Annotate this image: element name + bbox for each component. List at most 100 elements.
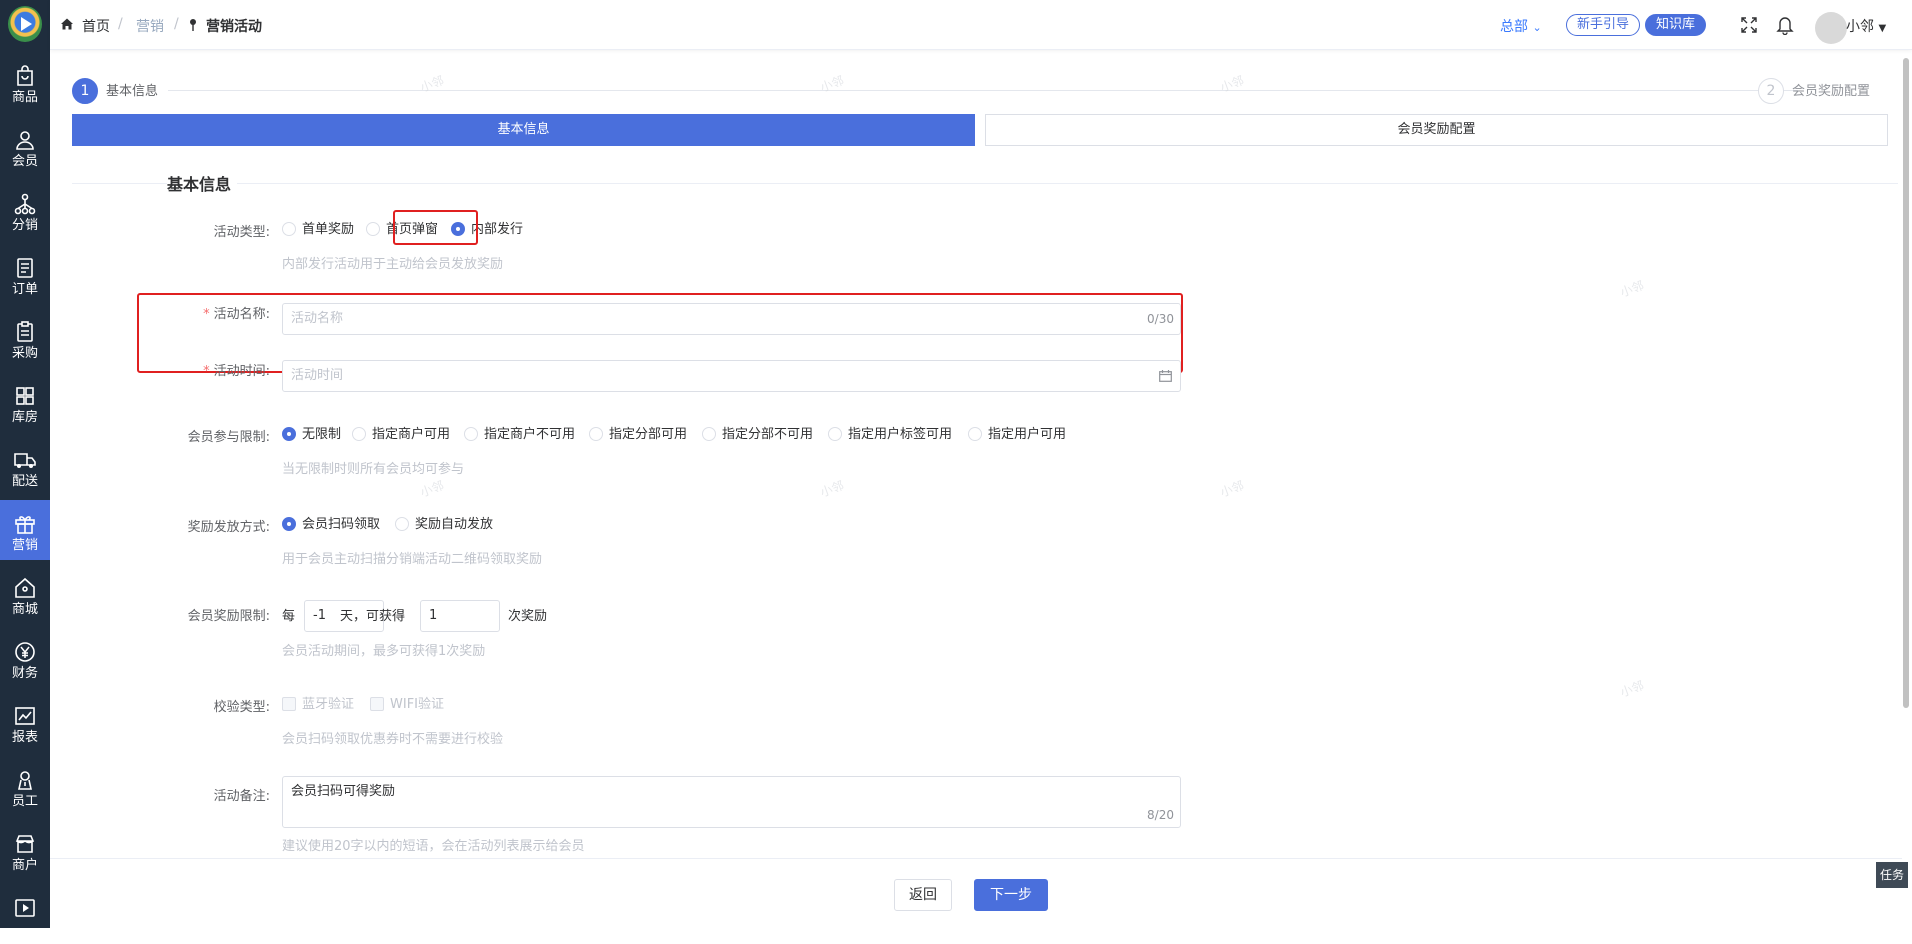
reward-limit-suffix: 次奖励: [508, 609, 548, 624]
watermark: 小邻: [1218, 478, 1246, 500]
radio-dot: [968, 426, 982, 441]
radio-scan-claim[interactable]: 会员扫码领取: [282, 516, 380, 534]
bell-icon[interactable]: [1776, 15, 1794, 35]
sidebar-item-label: 会员: [11, 154, 38, 169]
radio-tag-allowed[interactable]: 指定用户标签可用: [828, 426, 952, 444]
back-button[interactable]: 返回: [894, 879, 952, 911]
task-button[interactable]: 任务: [1876, 862, 1908, 888]
reward-method-label: 奖励发放方式:: [187, 520, 270, 535]
warehouse-grid-icon: [16, 387, 34, 405]
activity-type-label: 活动类型:: [213, 225, 270, 240]
radio-label: 无限制: [302, 427, 342, 442]
activity-name-label-text: 活动名称:: [213, 307, 270, 322]
vertical-scrollbar[interactable]: [1903, 58, 1909, 708]
breadcrumb-current: 营销活动: [206, 19, 262, 35]
radio-dot: [282, 516, 296, 531]
radio-first-order[interactable]: 首单奖励: [282, 221, 354, 239]
member-limit-label: 会员参与限制:: [187, 430, 270, 445]
avatar[interactable]: [1815, 12, 1847, 44]
breadcrumb-marketing[interactable]: 营销: [136, 16, 164, 36]
sidebar-item-商品[interactable]: 商品: [0, 52, 50, 112]
sidebar-item-label: 分销: [11, 218, 38, 233]
remark-textarea[interactable]: 会员扫码可得奖励 8/20: [282, 776, 1181, 828]
tab-basic-info[interactable]: 基本信息: [72, 114, 975, 146]
checkbox-wifi[interactable]: WIFI验证: [370, 696, 444, 714]
breadcrumb-home[interactable]: 首页: [82, 16, 110, 36]
play-icon: [15, 899, 35, 917]
sidebar-item-员工[interactable]: 员工: [0, 756, 50, 816]
step-connector: [168, 90, 1798, 91]
user-name: 小邻: [1846, 19, 1874, 35]
sidebar-item-label: 商户: [11, 858, 38, 873]
days-value: -1: [313, 608, 326, 623]
reward-limit-prefix: 每: [282, 609, 296, 624]
caret-down-icon: ▼: [1878, 23, 1887, 34]
user-icon: [16, 131, 34, 150]
radio-auto-issue[interactable]: 奖励自动发放: [395, 516, 493, 534]
radio-no-limit[interactable]: 无限制: [282, 426, 341, 444]
sidebar-item-库房[interactable]: 库房: [0, 372, 50, 432]
sidebar-item-财务[interactable]: 财务: [0, 628, 50, 688]
sidebar-item-营销[interactable]: 营销: [0, 500, 50, 560]
order-doc-icon: [17, 258, 33, 278]
sidebar-item-商户[interactable]: 商户: [0, 820, 50, 880]
yen-icon: [15, 642, 35, 662]
radio-label: 指定用户标签可用: [848, 427, 953, 442]
radio-branch-denied[interactable]: 指定分部不可用: [702, 426, 813, 444]
radio-label: 指定用户可用: [988, 427, 1067, 442]
checkbox-label: WIFI验证: [390, 697, 444, 712]
times-input[interactable]: 1: [420, 600, 500, 632]
sidebar-item-报表[interactable]: 报表: [0, 692, 50, 752]
activity-time-label: * 活动时间:: [100, 360, 270, 379]
radio-dot: [464, 426, 478, 441]
pin-icon: [190, 19, 196, 31]
watermark: 小邻: [418, 73, 446, 95]
radio-merchant-allowed[interactable]: 指定商户可用: [352, 426, 450, 444]
activity-time-picker[interactable]: 活动时间: [282, 360, 1181, 392]
sidebar-item-label: 报表: [11, 730, 38, 745]
radio-label: 指定分部可用: [609, 427, 688, 442]
branch-selector[interactable]: 总部 ⌄: [1500, 16, 1542, 36]
radio-dot: [589, 426, 603, 441]
radio-label: 奖励自动发放: [415, 517, 494, 532]
section-divider: [72, 183, 1898, 184]
radio-label: 指定商户可用: [372, 427, 451, 442]
verify-type-label: 校验类型:: [213, 700, 270, 715]
radio-user-allowed[interactable]: 指定用户可用: [968, 426, 1066, 444]
branch-label: 总部: [1500, 19, 1528, 35]
guide-button[interactable]: 新手引导: [1566, 14, 1641, 36]
checkbox-bluetooth[interactable]: 蓝牙验证: [282, 696, 354, 714]
sidebar-item-label: 财务: [11, 666, 38, 681]
sidebar-item-分销[interactable]: 分销: [0, 180, 50, 240]
sidebar-item-配送[interactable]: 配送: [0, 436, 50, 496]
knowledge-base-button[interactable]: 知识库: [1645, 14, 1707, 36]
shop-icon: [15, 835, 35, 853]
sidebar-item-media[interactable]: [0, 884, 50, 944]
sidebar-item-采购[interactable]: 采购: [0, 308, 50, 368]
home-icon[interactable]: [60, 17, 74, 31]
step-2-title: 会员奖励配置: [1792, 84, 1871, 99]
app-logo[interactable]: [8, 6, 42, 42]
radio-merchant-denied[interactable]: 指定商户不可用: [464, 426, 575, 444]
tab-reward-config[interactable]: 会员奖励配置: [985, 114, 1888, 146]
sidebar-item-会员[interactable]: 会员: [0, 116, 50, 176]
member-limit-hint: 当无限制时则所有会员均可参与: [282, 462, 465, 477]
sidebar-item-label: 营销: [11, 538, 38, 553]
radio-branch-allowed[interactable]: 指定分部可用: [589, 426, 687, 444]
required-mark: *: [203, 364, 210, 379]
radio-dot: [395, 516, 409, 531]
next-step-button[interactable]: 下一步: [974, 879, 1048, 911]
user-menu[interactable]: 小邻 ▼: [1846, 16, 1886, 36]
checkbox-box: [370, 696, 384, 711]
radio-dot: [352, 426, 366, 441]
step-1-title: 基本信息: [106, 84, 159, 99]
activity-name-label: * 活动名称:: [100, 303, 270, 322]
fullscreen-icon[interactable]: [1740, 16, 1758, 34]
sidebar-item-label: 配送: [11, 474, 38, 489]
sidebar-item-订单[interactable]: 订单: [0, 244, 50, 304]
sidebar-item-商城[interactable]: 商城: [0, 564, 50, 624]
remark-hint: 建议使用20字以内的短语，会在活动列表展示给会员: [282, 839, 585, 854]
char-count: 0/30: [1147, 312, 1174, 326]
activity-name-input[interactable]: 活动名称 0/30: [282, 303, 1181, 335]
times-value: 1: [429, 608, 438, 623]
